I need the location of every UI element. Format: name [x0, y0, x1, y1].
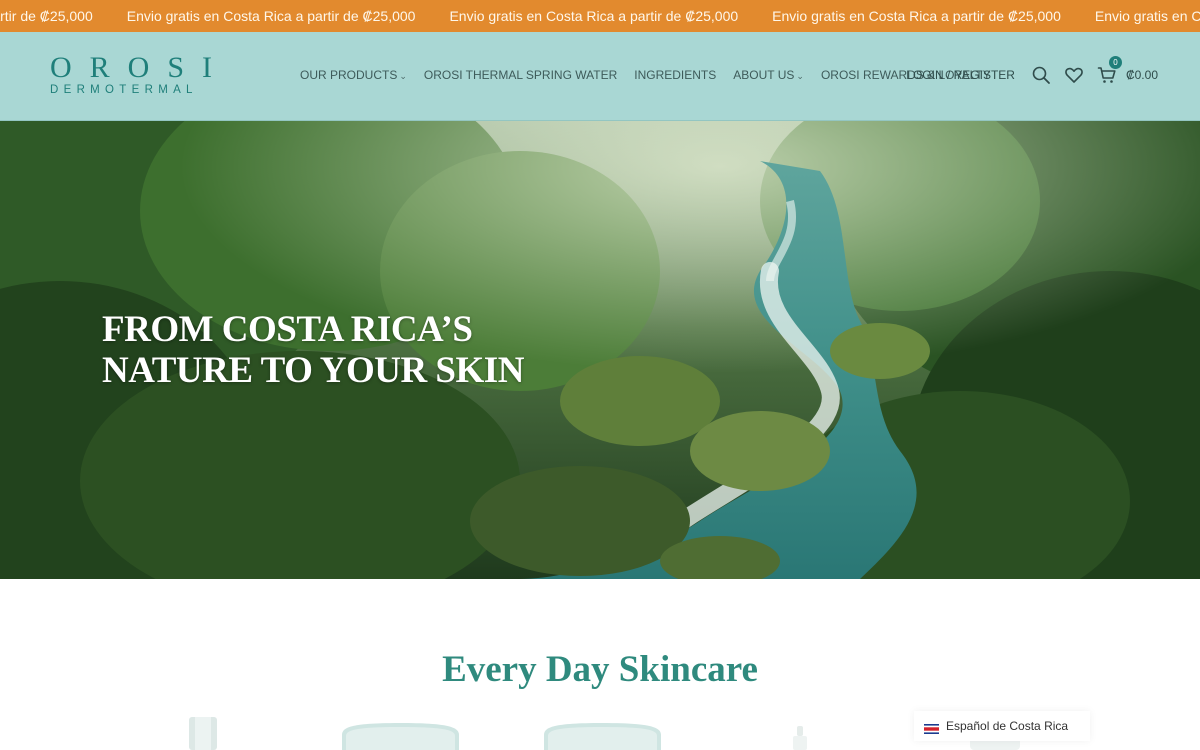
heart-icon[interactable]: [1064, 65, 1084, 85]
cart-total: ₡0.00: [1125, 68, 1158, 82]
promo-text: Envio gratis en Costa Rica a partir de ₡…: [449, 8, 739, 24]
chevron-down-icon: ⌄: [796, 71, 804, 81]
hero-heading-line: FROM COSTA RICA’S: [102, 309, 473, 350]
product-jar-image[interactable]: [342, 723, 459, 750]
logo-tagline: DERMOTERMAL: [50, 84, 198, 96]
site-header: OROSI DERMOTERMAL OUR PRODUCTS ⌄ OROSI T…: [0, 32, 1200, 121]
product-dropper-image[interactable]: [791, 726, 809, 750]
promo-text: Envio gratis en Costa Rica a partir de ₡…: [126, 8, 416, 24]
promo-bar: r partir de ₡25,000 Envio gratis en Cost…: [0, 0, 1200, 32]
header-tools: LOGIN / REGISTER 0 ₡0.00: [906, 32, 1158, 118]
nav-item-ingredients[interactable]: INGREDIENTS: [634, 68, 716, 82]
language-switcher[interactable]: Español de Costa Rica: [914, 711, 1090, 741]
nav-item-about-us[interactable]: ABOUT US ⌄: [733, 68, 804, 82]
hero-banner: FROM COSTA RICA’S NATURE TO YOUR SKIN: [0, 121, 1200, 579]
nav-item-thermal-spring-water[interactable]: OROSI THERMAL SPRING WATER: [424, 68, 617, 82]
hero-heading: FROM COSTA RICA’S NATURE TO YOUR SKIN: [102, 309, 622, 391]
nav-item-label: OUR PRODUCTS: [300, 68, 398, 82]
hero-heading-line: NATURE TO YOUR SKIN: [102, 350, 524, 391]
nav-item-label: INGREDIENTS: [634, 68, 717, 82]
costa-rica-flag-icon: [924, 721, 939, 734]
login-register-link[interactable]: LOGIN / REGISTER: [906, 68, 1015, 82]
nav-item-label: ABOUT US: [733, 68, 795, 82]
chevron-down-icon: ⌄: [399, 71, 407, 81]
cart-button[interactable]: 0 ₡0.00: [1097, 56, 1158, 85]
logo-wordmark: OROSI: [50, 51, 231, 84]
promo-text: Envio gratis en Costa Rica: [1094, 8, 1200, 24]
product-jar-image[interactable]: [544, 723, 661, 750]
promo-text: Envio gratis en Costa Rica a partir de ₡…: [772, 8, 1061, 24]
main-nav: OUR PRODUCTS ⌄ OROSI THERMAL SPRING WATE…: [300, 32, 1008, 118]
promo-text: r partir de ₡25,000: [0, 8, 93, 24]
promo-track: r partir de ₡25,000 Envio gratis en Cost…: [0, 0, 1200, 32]
cart-count-badge: 0: [1108, 56, 1122, 69]
nav-item-our-products[interactable]: OUR PRODUCTS ⌄: [300, 68, 407, 82]
site-logo[interactable]: OROSI DERMOTERMAL: [50, 51, 250, 100]
nav-item-label: OROSI THERMAL SPRING WATER: [423, 68, 618, 82]
product-bottle-image[interactable]: [185, 717, 221, 750]
search-icon[interactable]: [1031, 65, 1051, 85]
language-label: Español de Costa Rica: [946, 719, 1069, 733]
section-title: Every Day Skincare: [442, 649, 758, 690]
